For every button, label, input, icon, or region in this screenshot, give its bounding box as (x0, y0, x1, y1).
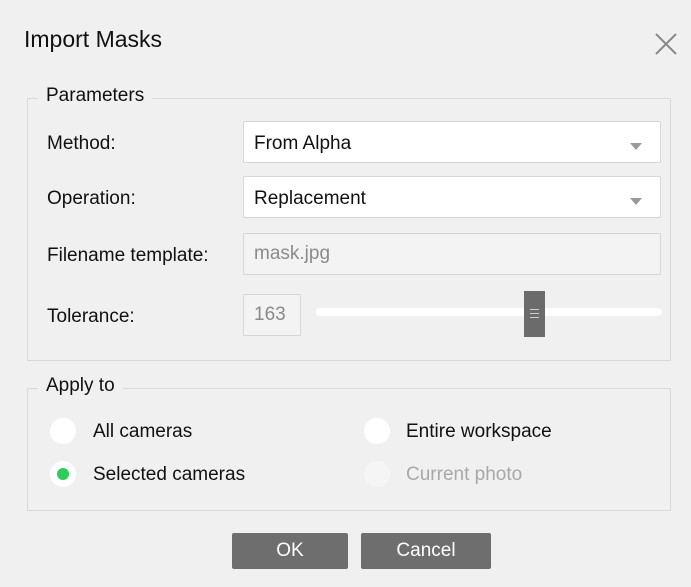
radio-label-all-cameras[interactable]: All cameras (93, 421, 192, 443)
chevron-down-icon (630, 143, 642, 150)
method-value: From Alpha (254, 133, 352, 154)
parameters-legend: Parameters (38, 85, 153, 107)
filename-template-field[interactable] (243, 233, 661, 275)
operation-value: Replacement (254, 188, 366, 209)
tolerance-slider[interactable] (316, 308, 662, 316)
apply-to-legend: Apply to (38, 375, 123, 397)
ok-button[interactable]: OK (232, 533, 348, 569)
radio-current-photo (364, 461, 390, 487)
chevron-down-icon (630, 198, 642, 205)
method-label: Method: (47, 133, 116, 154)
operation-dropdown[interactable]: Replacement (243, 176, 661, 218)
apply-to-group: Apply to (27, 375, 671, 511)
method-dropdown[interactable]: From Alpha (243, 121, 661, 163)
operation-label: Operation: (47, 188, 136, 209)
tolerance-field[interactable] (243, 294, 301, 336)
tolerance-input[interactable] (244, 295, 300, 335)
radio-selected-dot (57, 468, 69, 480)
cancel-button[interactable]: Cancel (361, 533, 491, 569)
tolerance-slider-handle[interactable] (524, 291, 545, 337)
filename-template-label: Filename template: (47, 245, 209, 266)
import-masks-dialog: Import Masks Parameters Method: From Alp… (0, 0, 691, 587)
radio-selected-cameras[interactable] (50, 461, 76, 487)
filename-template-input[interactable] (244, 234, 660, 274)
radio-label-entire-workspace[interactable]: Entire workspace (406, 421, 552, 443)
radio-label-selected-cameras[interactable]: Selected cameras (93, 464, 245, 486)
close-icon[interactable] (650, 28, 682, 60)
radio-label-current-photo: Current photo (406, 464, 523, 485)
dialog-title: Import Masks (24, 26, 163, 52)
tolerance-label: Tolerance: (47, 306, 135, 327)
radio-all-cameras[interactable] (50, 418, 76, 444)
radio-entire-workspace[interactable] (364, 418, 390, 444)
